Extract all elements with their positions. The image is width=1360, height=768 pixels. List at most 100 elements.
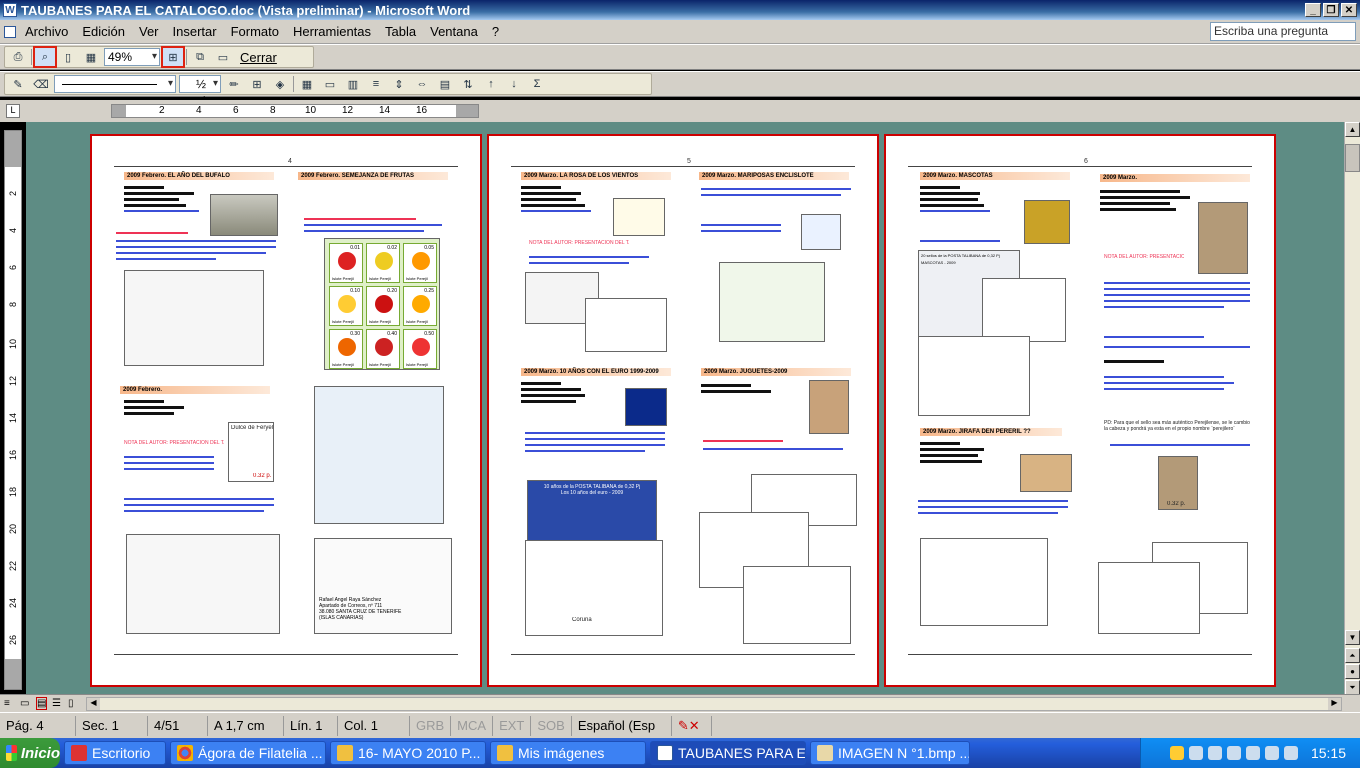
vruler-number: 12 xyxy=(8,376,18,387)
menu-tabla[interactable]: Tabla xyxy=(378,22,423,42)
autosum-icon[interactable]: Σ xyxy=(527,75,547,93)
menu-ver[interactable]: Ver xyxy=(132,22,166,42)
volume-icon[interactable] xyxy=(1245,746,1260,760)
section-header: 2009 Marzo. JUGUETES-2009 xyxy=(701,368,851,376)
one-page-icon[interactable]: ▯ xyxy=(58,48,78,66)
view-and-hscroll-bar: ≡ ▭ ▤ ☰ ▯ ◀ ▶ xyxy=(0,694,1360,712)
status-ext[interactable]: EXT xyxy=(493,715,532,736)
task-paint[interactable]: IMAGEN N °1.bmp ... xyxy=(810,741,970,765)
scroll-right-icon[interactable]: ▶ xyxy=(1328,698,1341,710)
menu-archivo[interactable]: Archivo xyxy=(18,22,75,42)
task-escritorio[interactable]: Escritorio xyxy=(64,741,166,765)
vruler-number: 18 xyxy=(8,487,18,498)
print-icon[interactable]: ⎙ xyxy=(8,48,28,66)
page-6[interactable]: 6 2009 Marzo. MASCOTAS 2009 Marzo. 20 se… xyxy=(884,134,1276,687)
menu-ventana[interactable]: Ventana xyxy=(423,22,485,42)
ask-question-input[interactable]: Escriba una pregunta xyxy=(1210,22,1356,41)
reading-view-icon[interactable]: ▯ xyxy=(68,698,74,709)
statue-stamp: 0.32 p. xyxy=(1158,456,1198,510)
scroll-thumb[interactable] xyxy=(1345,144,1360,172)
update-icon[interactable] xyxy=(1283,746,1298,760)
task-folder[interactable]: 16- MAYO 2010 P... xyxy=(330,741,486,765)
fruit-stamp: 0.20 Islote Perejil xyxy=(366,286,400,326)
vertical-ruler[interactable]: 2 4 6 8 10 12 14 16 18 20 22 24 26 xyxy=(4,130,22,690)
status-rec[interactable]: GRB xyxy=(410,715,452,736)
text-direction-icon[interactable]: ⇅ xyxy=(458,75,478,93)
status-sob[interactable]: SOB xyxy=(531,715,572,736)
sort-desc-icon[interactable]: ↓ xyxy=(504,75,524,93)
rooster-stamp: Dulce de Feryel 0.32 p. xyxy=(228,422,274,482)
full-screen-icon[interactable]: ▭ xyxy=(213,48,233,66)
merge-cells-icon[interactable]: ▭ xyxy=(320,75,340,93)
envelope-image xyxy=(585,298,667,352)
split-cells-icon[interactable]: ▥ xyxy=(343,75,363,93)
menu-help[interactable]: ? xyxy=(485,22,506,42)
status-mca[interactable]: MCA xyxy=(451,715,494,736)
fruit-stamp-value: 0.10 xyxy=(350,288,360,294)
print-view-icon[interactable]: ▤ xyxy=(36,697,48,710)
sort-asc-icon[interactable]: ↑ xyxy=(481,75,501,93)
horizontal-ruler[interactable]: 2 4 6 8 10 12 14 16 xyxy=(111,104,479,118)
horizontal-scrollbar[interactable]: ◀ ▶ xyxy=(86,697,1342,711)
multiple-pages-icon[interactable]: ▦ xyxy=(81,48,101,66)
minimize-button[interactable]: _ xyxy=(1305,3,1321,17)
fruit-icon xyxy=(412,338,430,356)
borders-icon[interactable]: ⊞ xyxy=(247,75,267,93)
menu-formato[interactable]: Formato xyxy=(224,22,286,42)
network-icon[interactable] xyxy=(1188,746,1203,760)
spelling-status-icon[interactable]: ✎✕ xyxy=(672,715,712,736)
windows-logo-icon xyxy=(6,745,17,761)
menu-insertar[interactable]: Insertar xyxy=(166,22,224,42)
vertical-scrollbar[interactable]: ▲ ▼ ⏶ ● ⏷ xyxy=(1344,122,1360,695)
view-ruler-icon[interactable]: ⊞ xyxy=(161,46,185,68)
line-weight-select[interactable]: ½ pt xyxy=(179,75,221,107)
connection-icon[interactable] xyxy=(1226,746,1241,760)
task-word[interactable]: TAUBANES PARA E... xyxy=(650,741,806,765)
task-mis-imagenes[interactable]: Mis imágenes xyxy=(490,741,646,765)
envelope-image xyxy=(124,270,264,366)
distribute-rows-icon[interactable]: ⇕ xyxy=(389,75,409,93)
menu-edicion[interactable]: Edición xyxy=(75,22,132,42)
shrink-to-fit-icon[interactable]: ⧉ xyxy=(190,48,210,66)
scroll-down-icon[interactable]: ▼ xyxy=(1345,630,1360,645)
insert-table-icon[interactable]: ▦ xyxy=(297,75,317,93)
autoformat-icon[interactable]: ▤ xyxy=(435,75,455,93)
align-icon[interactable]: ≡ xyxy=(366,75,386,93)
shading-icon[interactable]: ◈ xyxy=(270,75,290,93)
magnifier-icon[interactable]: ⌕ xyxy=(33,46,57,68)
ruler-number: 2 xyxy=(159,105,165,116)
euro-minisheet: 10 años de la POSTA TALIBANA de 0,32 Pj … xyxy=(527,480,657,548)
word-icon xyxy=(657,745,673,761)
browse-object-icon[interactable]: ● xyxy=(1345,664,1360,679)
close-button[interactable]: ✕ xyxy=(1341,3,1357,17)
border-color-icon[interactable]: ✏ xyxy=(224,75,244,93)
scroll-up-icon[interactable]: ▲ xyxy=(1345,122,1360,137)
tab-selector[interactable]: L xyxy=(6,104,20,118)
close-preview-button[interactable]: Cerrar xyxy=(236,50,281,65)
eraser-icon[interactable]: ⌫ xyxy=(31,75,51,93)
normal-view-icon[interactable]: ≡ xyxy=(4,698,10,709)
page-5[interactable]: 5 2009 Marzo. LA ROSA DE LOS VIENTOS 200… xyxy=(487,134,879,687)
bluetooth-icon[interactable] xyxy=(1207,746,1222,760)
fruit-stamp-label: Islote Perejil xyxy=(369,362,391,367)
security-icon[interactable] xyxy=(1264,746,1279,760)
zoom-select[interactable]: 49% xyxy=(104,48,160,66)
next-page-icon[interactable]: ⏷ xyxy=(1345,680,1360,695)
draw-table-icon[interactable]: ✎ xyxy=(8,75,28,93)
page-4[interactable]: 4 2009 Febrero. EL AÑO DEL BUFALO 2009 F… xyxy=(90,134,482,687)
line-style-select[interactable] xyxy=(54,75,176,93)
restore-button[interactable]: ❐ xyxy=(1323,3,1339,17)
outline-view-icon[interactable]: ☰ xyxy=(52,698,61,709)
preview-area[interactable]: 4 2009 Febrero. EL AÑO DEL BUFALO 2009 F… xyxy=(26,122,1344,694)
scroll-left-icon[interactable]: ◀ xyxy=(87,698,100,710)
web-view-icon[interactable]: ▭ xyxy=(20,698,29,709)
vruler-number: 26 xyxy=(8,635,18,646)
distribute-cols-icon[interactable]: ⇔ xyxy=(412,75,432,93)
task-browser[interactable]: Ágora de Filatelia ... xyxy=(170,741,326,765)
start-button[interactable]: Inicio xyxy=(0,738,60,768)
menu-herramientas[interactable]: Herramientas xyxy=(286,22,378,42)
status-language[interactable]: Español (Esp xyxy=(572,715,672,736)
prev-page-icon[interactable]: ⏶ xyxy=(1345,648,1360,663)
shield-icon[interactable] xyxy=(1169,746,1184,760)
doc-icon[interactable] xyxy=(4,25,16,38)
